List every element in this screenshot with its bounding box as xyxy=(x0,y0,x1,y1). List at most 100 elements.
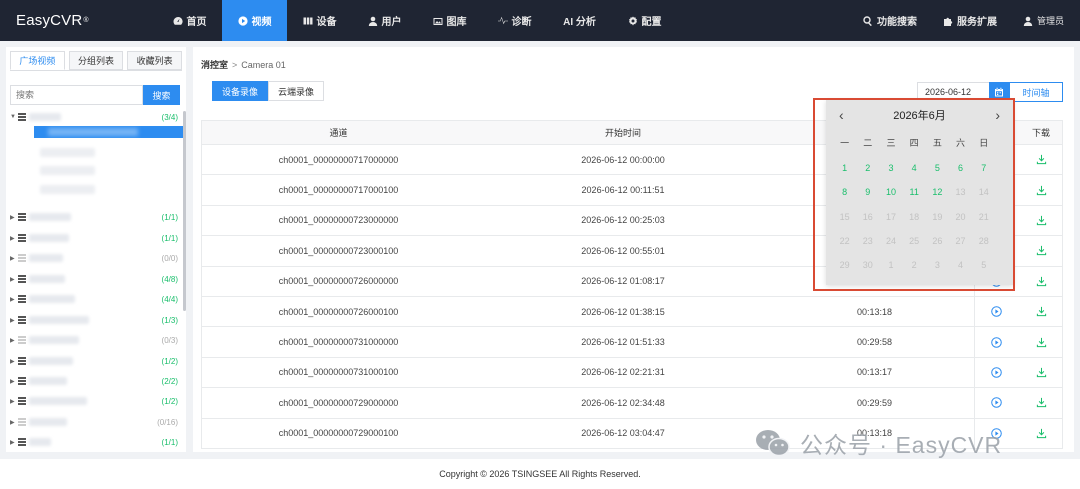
caret-right-icon[interactable]: ▶ xyxy=(10,214,18,221)
tree-node-count: (4/4) xyxy=(161,294,178,304)
download-button[interactable] xyxy=(1018,145,1064,174)
download-button[interactable] xyxy=(1018,236,1064,265)
device-group-icon xyxy=(18,254,26,262)
start-time-cell: 2026-06-12 00:25:03 xyxy=(581,215,665,226)
caret-right-icon[interactable]: ▶ xyxy=(10,378,18,385)
nav-item-label: 诊断 xyxy=(511,17,532,28)
start-time-cell: 2026-06-12 02:34:48 xyxy=(581,397,665,408)
tree-node[interactable]: ▶ (0/0) xyxy=(10,252,182,264)
download-button[interactable] xyxy=(1018,419,1064,448)
download-button[interactable] xyxy=(1018,206,1064,235)
tree-search-input[interactable] xyxy=(10,85,143,105)
caret-right-icon[interactable]: ▶ xyxy=(10,296,18,303)
caret-right-icon[interactable]: ▶ xyxy=(10,255,18,262)
nav-item-1[interactable]: 视频 xyxy=(222,0,287,41)
caret-right-icon[interactable]: ▶ xyxy=(10,276,18,283)
nav-item-0[interactable]: 首页 xyxy=(157,0,222,41)
tree-camera[interactable] xyxy=(40,166,95,175)
device-group-icon xyxy=(18,234,26,242)
breadcrumb-root[interactable]: 消控室 xyxy=(201,60,228,70)
table-row: ch0001_00000000731000000 2026-06-12 01:51… xyxy=(201,327,1064,358)
nav-item-6[interactable]: AI 分析 xyxy=(547,0,612,41)
nav-item-label: 视频 xyxy=(251,17,272,28)
caret-down-icon[interactable]: ▼ xyxy=(10,114,18,120)
download-button[interactable] xyxy=(1018,297,1064,326)
play-button[interactable] xyxy=(974,357,1018,388)
tree-camera[interactable] xyxy=(40,148,95,157)
top-nav: EasyCVR ® 首页 视频 设备 用户 图库 诊断 AI 分析 配置 功能搜索 服务扩展 管… xyxy=(0,0,1080,41)
play-button[interactable] xyxy=(974,296,1018,327)
tree-node[interactable]: ▶ (4/8) xyxy=(10,273,182,285)
timeline-button[interactable]: 时间轴 xyxy=(1009,82,1063,102)
tree-node[interactable]: ▶ (1/1) xyxy=(10,436,182,448)
download-button[interactable] xyxy=(1018,267,1064,296)
download-button[interactable] xyxy=(1018,327,1064,356)
tree-node[interactable]: ▶ (1/2) xyxy=(10,395,182,407)
tab-cloud-record[interactable]: 云端录像 xyxy=(268,81,324,101)
start-time-cell: 2026-06-12 01:51:33 xyxy=(581,337,665,348)
tab-square-video[interactable]: 广场视频 xyxy=(10,51,65,70)
table-row: ch0001_00000000729000000 2026-06-12 02:34… xyxy=(201,388,1064,419)
download-button[interactable] xyxy=(1018,388,1064,417)
nav-item-3[interactable]: 用户 xyxy=(352,0,417,41)
caret-right-icon[interactable]: ▶ xyxy=(10,358,18,365)
record-source-tabs: 设备录像 云端录像 xyxy=(212,81,324,101)
tree-node-label-redacted xyxy=(29,357,73,365)
nav-item-label: 用户 xyxy=(381,17,402,28)
tab-device-record[interactable]: 设备录像 xyxy=(212,81,268,101)
tree-node[interactable]: ▼ (3/4) xyxy=(10,111,182,123)
left-tabs: 广场视频 分组列表 收藏列表 xyxy=(6,47,186,70)
nav-item-5[interactable]: 诊断 xyxy=(482,0,547,41)
tree-node-count: (1/1) xyxy=(161,233,178,243)
caret-right-icon[interactable]: ▶ xyxy=(10,317,18,324)
device-group-icon xyxy=(18,377,26,385)
user-menu[interactable]: 管理员 xyxy=(1023,14,1064,27)
caret-right-icon[interactable]: ▶ xyxy=(10,419,18,426)
start-time-cell: 2026-06-12 01:08:17 xyxy=(581,276,665,287)
device-group-icon xyxy=(18,438,26,446)
tree-node-count: (1/1) xyxy=(161,437,178,447)
tree-node-label-redacted xyxy=(29,418,67,426)
tree-node[interactable]: ▶ (1/2) xyxy=(10,355,182,367)
nav-item-label: 设备 xyxy=(316,17,337,28)
download-icon xyxy=(1036,276,1046,286)
device-group-icon xyxy=(18,418,26,426)
tab-group-list[interactable]: 分组列表 xyxy=(68,51,124,70)
play-button[interactable] xyxy=(974,388,1018,418)
brand-logo[interactable]: EasyCVR ® xyxy=(0,0,100,41)
tree-node[interactable]: ▶ (2/2) xyxy=(10,375,182,387)
service-extend-button[interactable]: 服务扩展 xyxy=(943,13,997,28)
tree-search-button[interactable]: 搜索 xyxy=(143,85,180,105)
download-button[interactable] xyxy=(1018,175,1064,204)
tree-scrollbar[interactable] xyxy=(183,111,186,311)
tree-node-label-redacted xyxy=(29,234,69,242)
nav-items: 首页 视频 设备 用户 图库 诊断 AI 分析 配置 xyxy=(157,0,677,41)
footer: Copyright © 2026 TSINGSEE All Rights Res… xyxy=(0,459,1080,489)
nav-item-7[interactable]: 配置 xyxy=(612,0,677,41)
nav-item-label: 首页 xyxy=(186,17,207,28)
tree-node[interactable]: ▶ (1/1) xyxy=(10,211,182,223)
channel-cell: ch0001_00000000717000000 xyxy=(278,154,399,165)
feature-search-button[interactable]: 功能搜索 xyxy=(863,13,917,28)
caret-right-icon[interactable]: ▶ xyxy=(10,235,18,242)
play-button[interactable] xyxy=(974,327,1018,357)
nav-item-4[interactable]: 图库 xyxy=(417,0,482,41)
duration-cell: 00:13:17 xyxy=(856,367,893,378)
caret-right-icon[interactable]: ▶ xyxy=(10,439,18,446)
caret-right-icon[interactable]: ▶ xyxy=(10,398,18,405)
download-icon xyxy=(1036,185,1046,195)
download-button[interactable] xyxy=(1018,358,1064,387)
tree-node[interactable]: ▶ (0/16) xyxy=(10,416,182,428)
nav-item-2[interactable]: 设备 xyxy=(287,0,352,41)
device-tree: ▼ (3/4) ▶ (1/1) ▶ (1/1) ▶ (0/0) ▶ (4/8) ▶ (4/4) ▶ (1/… xyxy=(6,111,184,452)
tree-node[interactable]: ▶ (1/1) xyxy=(10,232,182,244)
tree-camera-selected[interactable] xyxy=(34,126,184,138)
tree-node[interactable]: ▶ (1/3) xyxy=(10,314,182,326)
caret-right-icon[interactable]: ▶ xyxy=(10,337,18,344)
tree-node[interactable]: ▶ (4/4) xyxy=(10,293,182,305)
channel-cell: ch0001_00000000723000000 xyxy=(278,215,399,226)
tree-node[interactable]: ▶ (0/3) xyxy=(10,334,182,346)
tab-favorite-list[interactable]: 收藏列表 xyxy=(127,51,183,70)
tree-camera[interactable] xyxy=(40,185,95,194)
